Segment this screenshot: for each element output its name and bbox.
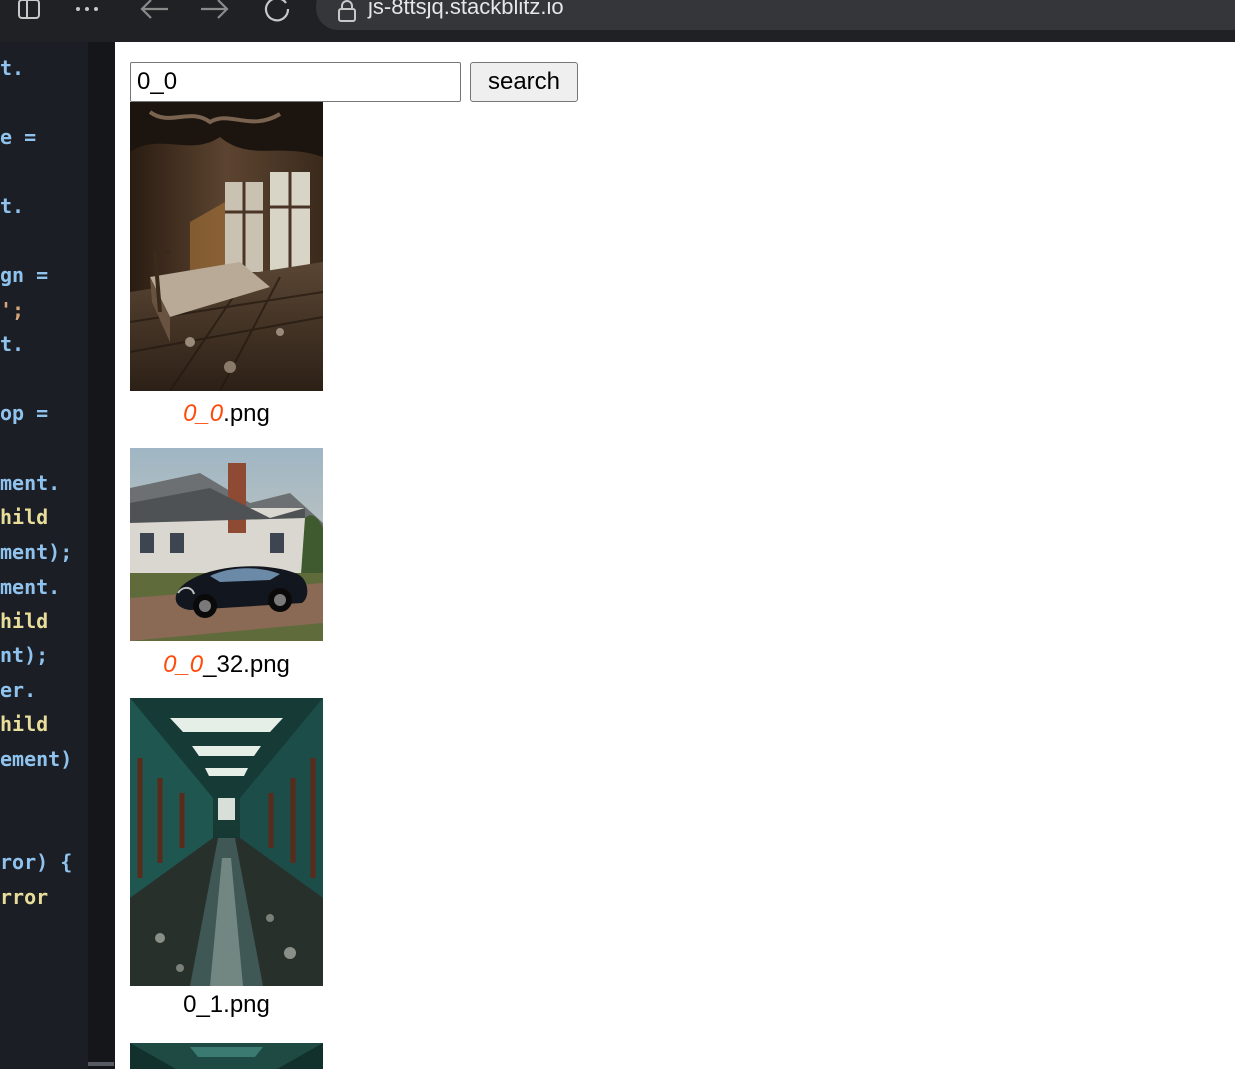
result-item[interactable] bbox=[130, 1043, 323, 1069]
code-line: nt); bbox=[0, 643, 49, 667]
caption-rest: _32.png bbox=[203, 651, 290, 678]
code-line: ment. bbox=[0, 575, 61, 599]
back-icon[interactable] bbox=[135, 0, 173, 28]
result-caption: 0_1.png bbox=[130, 990, 323, 1020]
code-line: gn = bbox=[0, 263, 49, 287]
url-text: js-8ttsjq.stackblitz.io bbox=[368, 0, 564, 19]
sidebar-icon[interactable] bbox=[10, 0, 48, 28]
code-line: er. bbox=[0, 678, 37, 702]
editor-scrollbar-track[interactable] bbox=[88, 42, 115, 1069]
address-bar[interactable]: js-8ttsjq.stackblitz.io bbox=[316, 0, 1235, 30]
lock-icon bbox=[338, 0, 356, 22]
code-line: hild bbox=[0, 609, 49, 633]
result-image[interactable] bbox=[130, 698, 323, 986]
caption-rest: 0_1.png bbox=[183, 991, 270, 1018]
caption-match: 0_0 bbox=[163, 651, 204, 678]
code-line: ement) bbox=[0, 747, 73, 771]
reload-icon[interactable] bbox=[258, 0, 296, 28]
code-line: t. bbox=[0, 332, 25, 356]
forward-icon[interactable] bbox=[196, 0, 234, 28]
code-line: t. bbox=[0, 56, 25, 80]
result-item[interactable]: 0_1.png bbox=[130, 698, 323, 1028]
code-line: rror bbox=[0, 885, 49, 909]
code-line: ment); bbox=[0, 540, 73, 564]
code-line: ror) { bbox=[0, 850, 73, 874]
more-icon[interactable] bbox=[68, 0, 106, 28]
search-button[interactable]: search bbox=[470, 62, 578, 102]
browser-toolbar: js-8ttsjq.stackblitz.io bbox=[0, 0, 1235, 42]
preview-page: search 0_0.png bbox=[115, 42, 1235, 1069]
result-item[interactable]: 0_0.png bbox=[130, 102, 323, 442]
result-caption: 0_0.png bbox=[130, 399, 323, 429]
result-image[interactable] bbox=[130, 448, 323, 641]
code-line: e = bbox=[0, 125, 37, 149]
code-line: op = bbox=[0, 401, 49, 425]
result-image[interactable] bbox=[130, 1043, 323, 1069]
code-line: hild bbox=[0, 712, 49, 736]
search-input[interactable] bbox=[130, 62, 461, 102]
result-image[interactable] bbox=[130, 102, 323, 391]
code-line: ment. bbox=[0, 471, 61, 495]
code-line: hild bbox=[0, 505, 49, 529]
caption-rest: .png bbox=[223, 400, 270, 427]
editor-scrollbar-thumb[interactable] bbox=[88, 1062, 114, 1066]
code-line: t. bbox=[0, 194, 25, 218]
result-item[interactable]: 0_0_32.png bbox=[130, 448, 323, 688]
code-editor[interactable]: t. e = t. gn = '; t. op = ment. hild ment); ment. h… bbox=[0, 42, 88, 1069]
result-caption: 0_0_32.png bbox=[130, 650, 323, 680]
code-line: '; bbox=[0, 298, 25, 322]
caption-match: 0_0 bbox=[183, 400, 224, 427]
